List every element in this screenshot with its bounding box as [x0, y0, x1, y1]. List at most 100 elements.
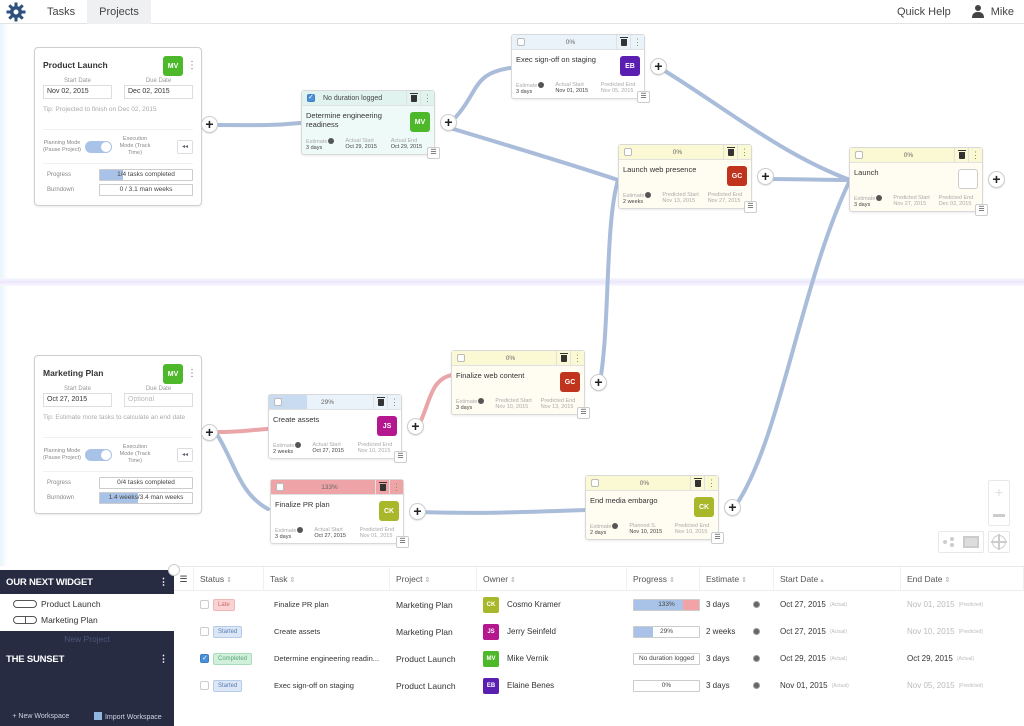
owner-avatar[interactable]: GC — [560, 372, 580, 392]
kebab-menu-icon[interactable]: ⋮ — [630, 35, 644, 49]
add-dependent-task-button[interactable]: + — [440, 114, 457, 131]
owner-avatar[interactable]: GC — [727, 166, 747, 186]
settings-icon[interactable] — [645, 192, 652, 198]
task-title[interactable]: Create assets — [273, 415, 365, 424]
settings-icon[interactable] — [876, 195, 883, 201]
kebab-menu-icon[interactable]: ⋮ — [968, 148, 982, 162]
delete-task-button[interactable] — [406, 91, 420, 105]
delete-task-button[interactable] — [723, 145, 737, 159]
column-end-date[interactable]: End Date ⇕ — [901, 566, 1024, 591]
table-row[interactable]: Started Exec sign-off on staging Product… — [174, 672, 1024, 699]
task-complete-checkbox[interactable] — [624, 148, 632, 156]
add-dependent-task-button[interactable]: + — [757, 168, 774, 185]
zoom-in-button[interactable]: + — [989, 481, 1009, 504]
mode-toggle[interactable] — [85, 140, 112, 153]
workspace-header[interactable]: THE SUNSET ⋮ — [0, 647, 174, 671]
user-menu[interactable]: Mike — [971, 4, 1014, 19]
delete-task-button[interactable] — [954, 148, 968, 162]
mode-toggle[interactable] — [85, 448, 112, 461]
kebab-menu-icon[interactable]: ⋮ — [187, 60, 197, 72]
project-name[interactable]: Product Launch — [396, 654, 456, 664]
panel-resize-handle[interactable] — [168, 564, 180, 576]
task-complete-checkbox[interactable] — [591, 479, 599, 487]
due-date-input[interactable]: Optional — [124, 393, 193, 407]
settings-icon[interactable] — [612, 523, 619, 529]
settings-icon[interactable] — [297, 527, 304, 533]
table-row[interactable]: Started Create assets Marketing Plan JS J… — [174, 618, 1024, 645]
task-card-engineering[interactable]: No duration logged ⋮ Determine engineeri… — [301, 90, 440, 159]
task-details-icon[interactable]: ☰ — [711, 532, 724, 544]
task-details-icon[interactable]: ☰ — [975, 204, 988, 216]
status-badge[interactable]: Started — [213, 679, 243, 692]
screen-icon[interactable] — [963, 536, 979, 548]
column-start-date[interactable]: Start Date ▴ — [774, 566, 901, 591]
project-card-product-launch[interactable]: Product Launch MV ⋮ Start Date Nov 02, 2… — [34, 47, 202, 206]
estimate-value[interactable]: 3 days — [706, 600, 730, 609]
task-card-web-content[interactable]: 0% ⋮ Finalize web content GC Estimate 3 d… — [451, 350, 590, 419]
project-canvas[interactable]: Product Launch MV ⋮ Start Date Nov 02, 2… — [0, 24, 1024, 566]
task-title[interactable]: Finalize PR plan — [275, 500, 367, 509]
owner-avatar[interactable]: MV — [410, 112, 430, 132]
import-workspace-button[interactable]: Import Workspace — [93, 711, 162, 721]
task-name[interactable]: Create assets — [270, 627, 320, 636]
delete-task-button[interactable] — [616, 35, 630, 49]
task-complete-checkbox[interactable] — [274, 398, 282, 406]
owner-avatar[interactable]: CK — [379, 501, 399, 521]
task-title[interactable]: Finalize web content — [456, 371, 548, 380]
kebab-menu-icon[interactable]: ⋮ — [187, 368, 197, 380]
row-checkbox[interactable] — [200, 627, 209, 636]
kebab-menu-icon[interactable]: ⋮ — [387, 395, 401, 409]
zoom-out-button[interactable] — [989, 504, 1009, 526]
kebab-menu-icon[interactable]: ⋮ — [704, 476, 718, 490]
task-complete-checkbox[interactable] — [307, 93, 315, 102]
tab-projects[interactable]: Projects — [87, 0, 151, 24]
task-details-icon[interactable]: ☰ — [577, 407, 590, 419]
settings-icon[interactable] — [753, 601, 760, 608]
column-project[interactable]: Project ⇕ — [390, 566, 477, 591]
status-badge[interactable]: Late — [213, 598, 235, 611]
task-details-icon[interactable]: ☰ — [396, 536, 409, 548]
owner-avatar[interactable]: CK — [694, 497, 714, 517]
owner-avatar[interactable]: CK — [483, 596, 499, 613]
owner-avatar[interactable]: MV — [163, 56, 183, 76]
owner-avatar[interactable]: MV — [483, 650, 499, 667]
owner-avatar[interactable]: EB — [483, 677, 499, 694]
add-dependent-task-button[interactable]: + — [650, 58, 667, 75]
kebab-menu-icon[interactable]: ⋮ — [570, 351, 584, 365]
kebab-menu-icon[interactable]: ⋮ — [737, 145, 751, 159]
rewind-button[interactable]: ◂◂ — [177, 139, 193, 154]
task-details-icon[interactable]: ☰ — [394, 451, 407, 463]
delete-task-button[interactable] — [690, 476, 704, 490]
kebab-menu-icon[interactable]: ⋮ — [159, 654, 169, 665]
delete-task-button[interactable] — [373, 395, 387, 409]
delete-task-button[interactable] — [556, 351, 570, 365]
sidebar-item-product-launch[interactable]: Product Launch — [0, 596, 174, 612]
task-card-pr-plan[interactable]: 133% ⋮ Finalize PR plan CK Estimate 3 day… — [270, 479, 409, 548]
add-task-button[interactable]: + — [201, 116, 218, 133]
settings-icon[interactable] — [538, 82, 545, 88]
row-checkbox[interactable] — [200, 600, 209, 609]
estimate-value[interactable]: 2 weeks — [706, 627, 735, 636]
estimate-value[interactable]: 3 days — [706, 681, 730, 690]
gear-logo-icon[interactable] — [5, 1, 27, 23]
settings-icon[interactable] — [753, 682, 760, 689]
task-card-embargo[interactable]: 0% ⋮ End media embargo CK Estimate 2 days… — [585, 475, 724, 544]
quick-help-link[interactable]: Quick Help — [897, 6, 951, 18]
project-card-marketing-plan[interactable]: Marketing Plan MV ⋮ Start Date Oct 27, 2… — [34, 355, 202, 514]
project-name[interactable]: Marketing Plan — [396, 627, 453, 637]
owner-avatar[interactable] — [958, 169, 978, 189]
task-card-assets[interactable]: 29% ⋮ Create assets JS Estimate 2 weeks A… — [268, 394, 407, 463]
recenter-button[interactable] — [988, 531, 1010, 553]
column-task[interactable]: Task ⇕ — [264, 566, 390, 591]
task-complete-checkbox[interactable] — [276, 483, 284, 491]
share-graph-icon[interactable] — [943, 537, 955, 547]
start-date-input[interactable]: Nov 02, 2015 — [43, 85, 112, 99]
due-date-input[interactable]: Dec 02, 2015 — [124, 85, 193, 99]
rewind-button[interactable]: ◂◂ — [177, 447, 193, 462]
task-complete-checkbox[interactable] — [855, 151, 863, 159]
new-project-button[interactable]: New Project — [0, 631, 174, 647]
task-details-icon[interactable]: ☰ — [637, 91, 650, 103]
add-task-button[interactable]: + — [201, 424, 218, 441]
delete-task-button[interactable] — [375, 480, 389, 494]
add-dependent-task-button[interactable]: + — [724, 499, 741, 516]
